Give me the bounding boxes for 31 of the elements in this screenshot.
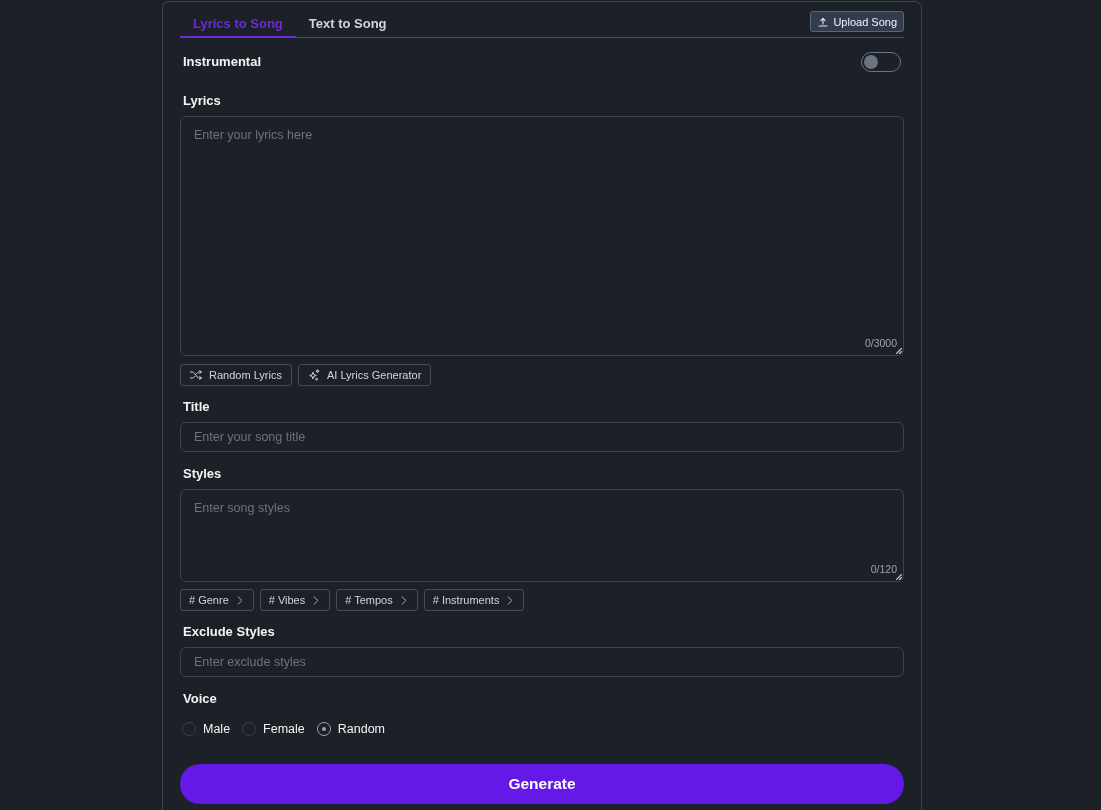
radio-label[interactable]: Female (263, 721, 305, 737)
resize-grip-icon[interactable] (896, 348, 902, 354)
field-label: Title (183, 399, 210, 415)
title-field[interactable]: Enter your song title (180, 422, 904, 452)
lyrics-action-button[interactable]: AI Lyrics Generator (297, 364, 432, 386)
character-counter: 0/3000 (864, 337, 897, 349)
field-label: Voice (183, 691, 217, 707)
tab[interactable]: Text to Song (295, 9, 400, 38)
lyrics-action-button[interactable]: Random Lyrics (180, 364, 292, 386)
upload-song-button[interactable]: Upload Song (810, 11, 904, 32)
chevron-right-icon (313, 595, 320, 605)
exclude-styles-field[interactable]: Enter exclude styles (180, 647, 904, 677)
shuffle-icon (190, 369, 202, 381)
character-counter: 0/120 (870, 563, 897, 575)
chevron-right-icon (507, 595, 514, 605)
sparkle-icon (307, 369, 320, 381)
field-label: Instrumental (183, 54, 261, 70)
style-tag-button[interactable]: # Tempos (336, 589, 418, 611)
generate-button[interactable]: Generate (180, 764, 904, 804)
upload-icon (818, 16, 829, 27)
chevron-right-icon (236, 595, 243, 605)
style-tag-button[interactable]: # Vibes (259, 589, 331, 611)
field-label: Lyrics (183, 93, 221, 109)
chevron-right-icon (400, 595, 407, 605)
style-tag-button[interactable]: # Instruments (423, 589, 525, 611)
radio-label[interactable]: Male (203, 721, 231, 737)
field-label: Styles (183, 466, 222, 482)
style-tag-button[interactable]: # Genre (180, 589, 254, 611)
radio-label[interactable]: Random (337, 721, 386, 737)
resize-grip-icon[interactable] (896, 574, 902, 580)
field-label: Exclude Styles (183, 624, 275, 640)
